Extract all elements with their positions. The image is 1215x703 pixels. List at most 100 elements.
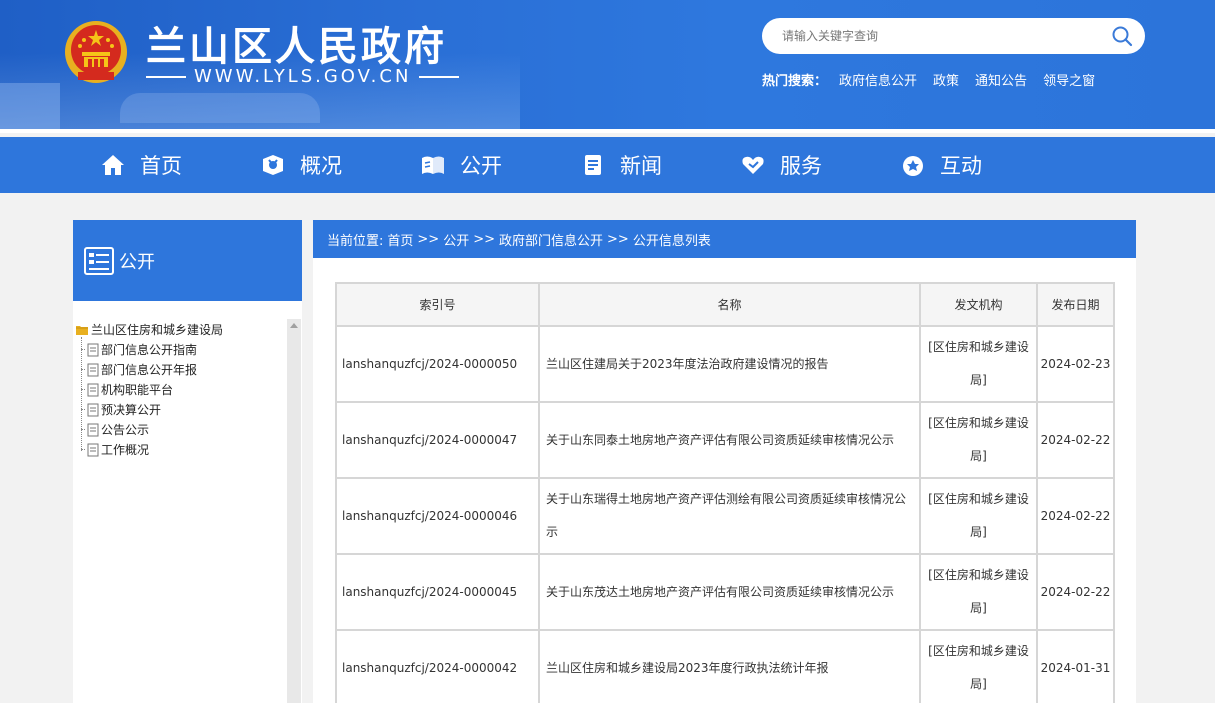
cell-date: 2024-02-22: [1036, 553, 1115, 631]
header-background-building: [0, 83, 60, 133]
column-header-date: 发布日期: [1036, 282, 1115, 327]
hot-link-leaders[interactable]: 领导之窗: [1043, 70, 1095, 89]
sidebar-scrollbar[interactable]: [287, 319, 301, 703]
document-icon: [87, 363, 99, 376]
cell-name-link[interactable]: 兰山区住房和城乡建设局2023年度行政执法统计年报: [538, 629, 921, 703]
cell-index: lanshanquzfcj/2024-0000050: [335, 325, 540, 403]
tree-connector: [81, 337, 82, 451]
tree-item-functions[interactable]: 机构职能平台: [81, 381, 174, 398]
cell-date: 2024-02-22: [1036, 477, 1115, 555]
table-row: lanshanquzfcj/2024-0000050 兰山区住建局关于2023年…: [335, 325, 1115, 403]
open-book-icon: [422, 156, 444, 174]
column-header-index: 索引号: [335, 282, 540, 327]
heart-service-icon: [742, 156, 764, 174]
cell-name-link[interactable]: 关于山东同泰土地房地产资产评估有限公司资质延续审核情况公示: [538, 401, 921, 479]
document-list-icon: [84, 246, 114, 275]
table-row: lanshanquzfcj/2024-0000042 兰山区住房和城乡建设局20…: [335, 629, 1115, 703]
breadcrumb-separator: >>: [607, 231, 629, 247]
nav-item-home[interactable]: 首页: [100, 137, 182, 193]
document-icon: [87, 403, 99, 416]
cell-org: [区住房和城乡建设局]: [919, 477, 1038, 555]
tree-item-label: 公告公示: [101, 423, 150, 437]
table-row: lanshanquzfcj/2024-0000045 关于山东茂达土地房地产资产…: [335, 553, 1115, 631]
tree-item-disclosure-guide[interactable]: 部门信息公开指南: [81, 341, 198, 358]
content-panel: 当前位置: 首页 >> 公开 >> 政府部门信息公开 >> 公开信息列表 索引号…: [313, 220, 1136, 703]
tree-item-label: 预决算公开: [101, 403, 162, 417]
national-emblem-icon: [65, 21, 127, 83]
cell-index: lanshanquzfcj/2024-0000045: [335, 553, 540, 631]
document-icon: [87, 383, 99, 396]
tree-item-budget[interactable]: 预决算公开: [81, 401, 162, 418]
search-input[interactable]: [782, 29, 1102, 43]
sidebar-title: 公开: [119, 251, 155, 273]
cell-org: [区住房和城乡建设局]: [919, 553, 1038, 631]
breadcrumb-dept-info[interactable]: 政府部门信息公开: [499, 230, 603, 249]
tree-item-announcements[interactable]: 公告公示: [81, 421, 150, 438]
cell-index: lanshanquzfcj/2024-0000042: [335, 629, 540, 703]
column-header-name: 名称: [538, 282, 921, 327]
header-background-bridge: [120, 93, 320, 123]
hot-link-policy[interactable]: 政策: [933, 70, 959, 89]
cell-index: lanshanquzfcj/2024-0000046: [335, 477, 540, 555]
folder-icon: [76, 325, 88, 335]
search-box: [762, 18, 1145, 54]
divider: [419, 75, 460, 78]
sidebar-tree-panel: 兰山区住房和城乡建设局 部门信息公开指南 部门信息公开年报 机构职能平台 预决算…: [73, 301, 302, 703]
nav-item-news[interactable]: 新闻: [580, 137, 662, 193]
tree-item-work-overview[interactable]: 工作概况: [81, 441, 150, 458]
cell-org: [区住房和城乡建设局]: [919, 401, 1038, 479]
nav-item-label: 互动: [940, 154, 982, 178]
search-icon[interactable]: [1111, 25, 1133, 47]
scroll-up-arrow-icon[interactable]: [290, 323, 298, 328]
table-row: lanshanquzfcj/2024-0000046 关于山东瑞得土地房地产资产…: [335, 477, 1115, 555]
breadcrumb-separator: >>: [473, 231, 496, 247]
breadcrumb-current[interactable]: 公开信息列表: [633, 230, 711, 249]
home-icon: [102, 155, 124, 175]
nav-item-label: 首页: [140, 154, 182, 178]
nav-item-interact[interactable]: 互动: [900, 137, 982, 193]
cell-name-link[interactable]: 关于山东瑞得土地房地产资产评估测绘有限公司资质延续审核情况公示: [538, 477, 921, 555]
tree-item-label: 机构职能平台: [101, 383, 174, 397]
nav-item-label: 新闻: [620, 154, 662, 178]
tree-root-housing-bureau[interactable]: 兰山区住房和城乡建设局: [75, 321, 223, 338]
main-nav: 首页 概况 公开 新闻 服务 互动: [0, 137, 1215, 193]
tree-root-label: 兰山区住房和城乡建设局: [91, 323, 224, 337]
sidebar-header: 公开: [73, 220, 302, 301]
hot-link-notice[interactable]: 通知公告: [975, 70, 1027, 89]
overview-icon: [263, 155, 283, 175]
info-table: 索引号 名称 发文机构 发布日期 lanshanquzfcj/2024-0000…: [335, 282, 1115, 703]
tree-item-label: 部门信息公开指南: [101, 343, 198, 357]
nav-item-label: 服务: [780, 154, 822, 178]
tree-item-label: 工作概况: [101, 443, 150, 457]
breadcrumb-open[interactable]: 公开: [443, 230, 469, 249]
tree-item-annual-report[interactable]: 部门信息公开年报: [81, 361, 198, 378]
breadcrumb: 当前位置: 首页 >> 公开 >> 政府部门信息公开 >> 公开信息列表: [313, 220, 1136, 258]
nav-item-overview[interactable]: 概况: [260, 137, 342, 193]
breadcrumb-prefix: 当前位置:: [327, 233, 384, 249]
site-url: WWW.LYLS.GOV.CN: [194, 66, 412, 87]
document-icon: [87, 443, 99, 456]
breadcrumb-separator: >>: [417, 231, 440, 247]
cell-index: lanshanquzfcj/2024-0000047: [335, 401, 540, 479]
table-header-row: 索引号 名称 发文机构 发布日期: [335, 282, 1115, 327]
cell-name-link[interactable]: 兰山区住建局关于2023年度法治政府建设情况的报告: [538, 325, 921, 403]
table-row: lanshanquzfcj/2024-0000047 关于山东同泰土地房地产资产…: [335, 401, 1115, 479]
site-url-row: WWW.LYLS.GOV.CN: [146, 66, 460, 87]
column-header-org: 发文机构: [919, 282, 1038, 327]
cell-org: [区住房和城乡建设局]: [919, 629, 1038, 703]
breadcrumb-home[interactable]: 首页: [387, 230, 413, 249]
cell-name-link[interactable]: 关于山东茂达土地房地产资产评估有限公司资质延续审核情况公示: [538, 553, 921, 631]
nav-item-label: 概况: [300, 154, 342, 178]
hot-link-gov-info[interactable]: 政府信息公开: [839, 70, 917, 89]
nav-item-open[interactable]: 公开: [420, 137, 502, 193]
document-icon: [87, 423, 99, 436]
cell-org: [区住房和城乡建设局]: [919, 325, 1038, 403]
hot-search-label: 热门搜索：: [762, 74, 828, 89]
news-icon: [585, 155, 601, 175]
header-divider: [0, 129, 1215, 133]
cell-date: 2024-02-23: [1036, 325, 1115, 403]
hot-search: 热门搜索： 政府信息公开 政策 通知公告 领导之窗: [762, 70, 1095, 89]
nav-item-service[interactable]: 服务: [740, 137, 822, 193]
divider: [146, 75, 186, 78]
tree-item-label: 部门信息公开年报: [101, 363, 198, 377]
